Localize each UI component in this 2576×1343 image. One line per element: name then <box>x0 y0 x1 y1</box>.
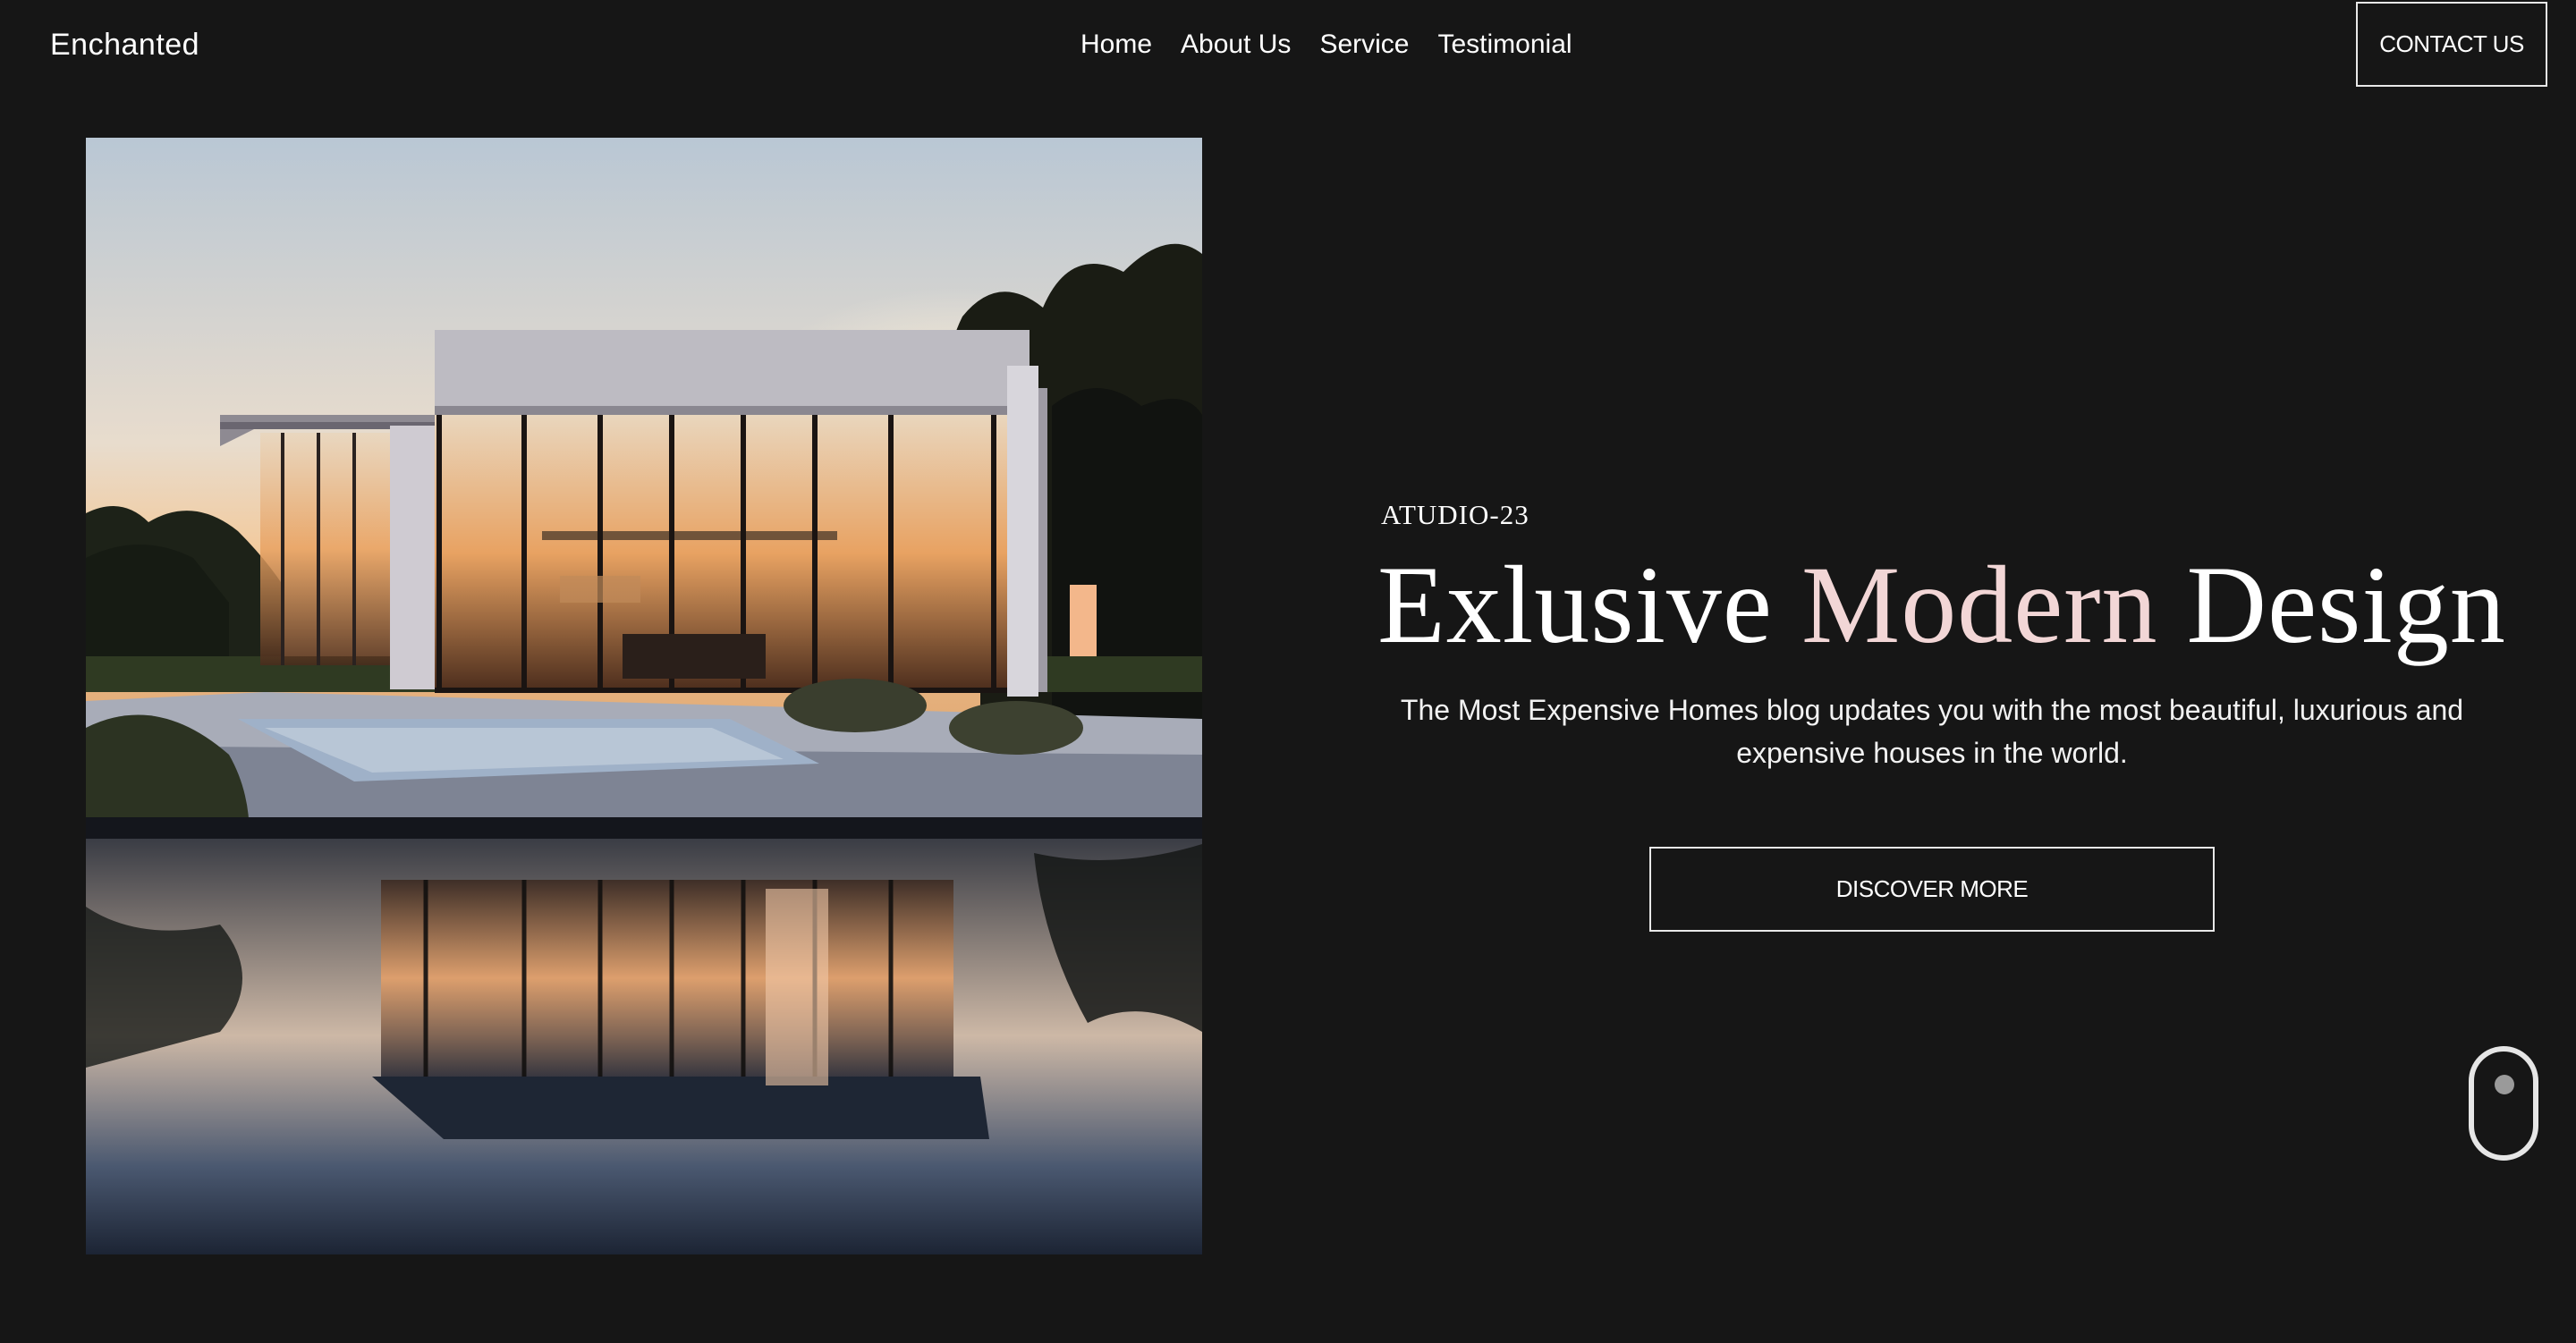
headline-word-1: Exlusive <box>1377 544 1773 666</box>
mouse-scroll-icon[interactable] <box>2469 1046 2538 1161</box>
page: Enchanted Home About Us Service Testimon… <box>0 0 2576 1343</box>
hero-description: The Most Expensive Homes blog updates yo… <box>1400 694 2464 769</box>
house-illustration <box>86 138 1202 1254</box>
headline-word-3: Design <box>2186 544 2506 666</box>
site-logo[interactable]: Enchanted <box>50 25 199 64</box>
headline-accent-word: Modern <box>1801 544 2158 666</box>
hero-headline: Exlusive Modern Design <box>1377 538 2505 672</box>
discover-more-button[interactable]: DISCOVER MORE <box>1649 847 2215 932</box>
nav-service[interactable]: Service <box>1319 27 1409 63</box>
nav-home[interactable]: Home <box>1080 27 1152 63</box>
nav-about-us[interactable]: About Us <box>1181 27 1291 63</box>
scroll-wheel-dot <box>2495 1075 2514 1094</box>
hero-house-image <box>86 138 1202 1254</box>
studio-eyebrow: ATUDIO-23 <box>1381 499 1530 530</box>
contact-us-button[interactable]: CONTACT US <box>2356 2 2547 87</box>
main-nav: Home About Us Service Testimonial <box>1080 27 1572 63</box>
nav-testimonial[interactable]: Testimonial <box>1437 27 1572 63</box>
